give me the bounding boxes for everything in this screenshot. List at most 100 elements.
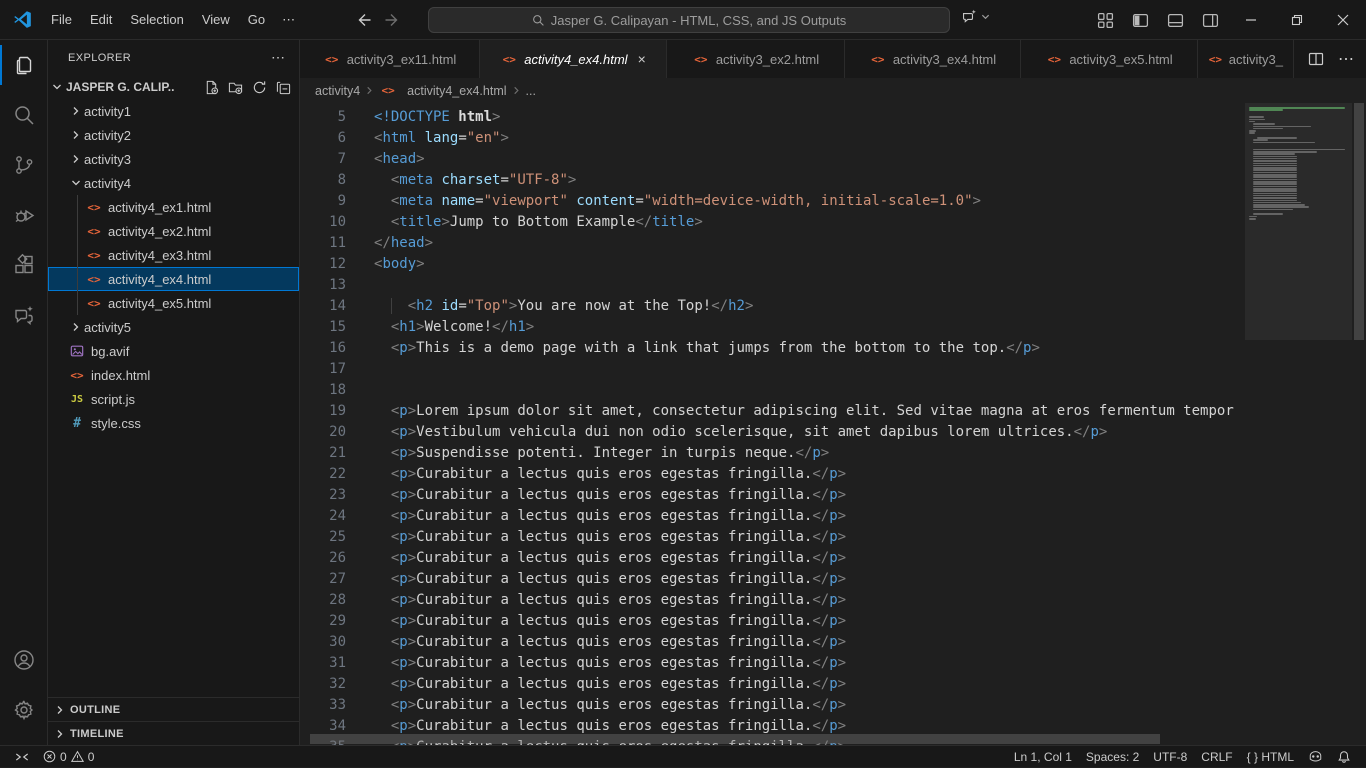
remote-indicator[interactable] — [8, 746, 36, 768]
command-center-search[interactable]: Jasper G. Calipayan - HTML, CSS, and JS … — [428, 7, 950, 33]
code-line-12[interactable]: 12<body> — [300, 254, 1245, 275]
new-folder-icon[interactable] — [228, 80, 243, 95]
notifications-bell-icon[interactable] — [1330, 746, 1358, 768]
copilot-button[interactable] — [961, 8, 990, 25]
code-line-19[interactable]: 19 <p>Lorem ipsum dolor sit amet, consec… — [300, 401, 1245, 422]
tab-activity3_ex4-html[interactable]: <>activity3_ex4.html — [845, 40, 1021, 78]
nav-back-icon[interactable] — [355, 12, 371, 28]
settings-gear-icon[interactable] — [0, 685, 48, 735]
nav-forward-icon[interactable] — [385, 12, 401, 28]
outline-section[interactable]: OUTLINE — [48, 697, 299, 721]
code-line-27[interactable]: 27 <p>Curabitur a lectus quis eros egest… — [300, 569, 1245, 590]
status-cursor-position[interactable]: Ln 1, Col 1 — [1007, 746, 1079, 768]
tab-activity3_ex11-html[interactable]: <>activity3_ex11.html — [300, 40, 480, 78]
customize-layout-icon[interactable] — [1088, 12, 1123, 29]
file-activity4_ex5-html[interactable]: <>activity4_ex5.html — [48, 291, 299, 315]
code-line-21[interactable]: 21 <p>Suspendisse potenti. Integer in tu… — [300, 443, 1245, 464]
code-line-22[interactable]: 22 <p>Curabitur a lectus quis eros egest… — [300, 464, 1245, 485]
toggle-secondary-sidebar-icon[interactable] — [1193, 12, 1228, 29]
close-window-button[interactable] — [1320, 0, 1366, 40]
file-activity4_ex4-html[interactable]: <>activity4_ex4.html — [48, 267, 299, 291]
explorer-view-icon[interactable] — [0, 40, 48, 90]
code-line-13[interactable]: 13 — [300, 275, 1245, 296]
code-line-30[interactable]: 30 <p>Curabitur a lectus quis eros egest… — [300, 632, 1245, 653]
menu-overflow-icon[interactable]: ⋯ — [274, 12, 303, 28]
file-bg-avif[interactable]: bg.avif — [48, 339, 299, 363]
menu-edit[interactable]: Edit — [81, 8, 121, 31]
tab-activity3_ex2-html[interactable]: <>activity3_ex2.html — [667, 40, 845, 78]
status-indentation[interactable]: Spaces: 2 — [1079, 746, 1146, 768]
problems-indicator[interactable]: 0 0 — [36, 746, 101, 768]
code-line-25[interactable]: 25 <p>Curabitur a lectus quis eros egest… — [300, 527, 1245, 548]
restore-button[interactable] — [1274, 0, 1320, 40]
code-line-23[interactable]: 23 <p>Curabitur a lectus quis eros egest… — [300, 485, 1245, 506]
explorer-more-icon[interactable]: ⋯ — [271, 49, 285, 66]
minimap[interactable] — [1245, 103, 1352, 745]
menu-view[interactable]: View — [193, 8, 239, 31]
refresh-icon[interactable] — [252, 80, 267, 95]
menu-go[interactable]: Go — [239, 8, 274, 31]
breadcrumb-file[interactable]: activity4_ex4.html — [407, 84, 506, 98]
file-style-css[interactable]: #style.css — [48, 411, 299, 435]
code-editor[interactable]: 5<!DOCTYPE html>6<html lang="en">7<head>… — [300, 103, 1366, 745]
code-line-18[interactable]: 18 — [300, 380, 1245, 401]
code-line-10[interactable]: 10 <title>Jump to Bottom Example</title> — [300, 212, 1245, 233]
menu-selection[interactable]: Selection — [121, 8, 192, 31]
code-line-33[interactable]: 33 <p>Curabitur a lectus quis eros egest… — [300, 695, 1245, 716]
run-debug-view-icon[interactable] — [0, 190, 48, 240]
code-line-20[interactable]: 20 <p>Vestibulum vehicula dui non odio s… — [300, 422, 1245, 443]
collapse-all-icon[interactable] — [276, 80, 291, 95]
folder-activity2[interactable]: activity2 — [48, 123, 299, 147]
breadcrumb-folder[interactable]: activity4 — [315, 84, 360, 98]
status-copilot-icon[interactable] — [1301, 746, 1330, 768]
account-icon[interactable] — [0, 635, 48, 685]
status-encoding[interactable]: UTF-8 — [1146, 746, 1194, 768]
file-activity4_ex2-html[interactable]: <>activity4_ex2.html — [48, 219, 299, 243]
vertical-scrollbar-thumb[interactable] — [1354, 103, 1364, 340]
new-file-icon[interactable] — [204, 80, 219, 95]
folder-activity3[interactable]: activity3 — [48, 147, 299, 171]
status-language-mode[interactable]: { } HTML — [1240, 746, 1301, 768]
code-line-29[interactable]: 29 <p>Curabitur a lectus quis eros egest… — [300, 611, 1245, 632]
extensions-view-icon[interactable] — [0, 240, 48, 290]
search-view-icon[interactable] — [0, 90, 48, 140]
breadcrumb-more[interactable]: ... — [526, 84, 536, 98]
horizontal-scrollbar[interactable] — [300, 733, 1245, 745]
toggle-primary-sidebar-icon[interactable] — [1123, 12, 1158, 29]
tab-activity4_ex4-html[interactable]: <>activity4_ex4.html× — [480, 40, 667, 78]
code-line-8[interactable]: 8 <meta charset="UTF-8"> — [300, 170, 1245, 191]
folder-activity1[interactable]: activity1 — [48, 99, 299, 123]
code-line-15[interactable]: 15 <h1>Welcome!</h1> — [300, 317, 1245, 338]
breadcrumb[interactable]: activity4 <> activity4_ex4.html ... — [300, 78, 1366, 103]
tab-activity3_ex5-html[interactable]: <>activity3_ex5.html — [1021, 40, 1198, 78]
code-line-14[interactable]: 14 <h2 id="Top">You are now at the Top!<… — [300, 296, 1245, 317]
split-editor-icon[interactable] — [1308, 51, 1324, 67]
code-line-31[interactable]: 31 <p>Curabitur a lectus quis eros egest… — [300, 653, 1245, 674]
toggle-panel-icon[interactable] — [1158, 12, 1193, 29]
chat-view-icon[interactable] — [0, 290, 48, 340]
code-line-26[interactable]: 26 <p>Curabitur a lectus quis eros egest… — [300, 548, 1245, 569]
file-index-html[interactable]: <>index.html — [48, 363, 299, 387]
code-line-11[interactable]: 11</head> — [300, 233, 1245, 254]
menu-file[interactable]: File — [42, 8, 81, 31]
code-line-17[interactable]: 17 — [300, 359, 1245, 380]
editor-more-actions-icon[interactable]: ⋯ — [1338, 49, 1354, 69]
code-line-32[interactable]: 32 <p>Curabitur a lectus quis eros egest… — [300, 674, 1245, 695]
code-line-5[interactable]: 5<!DOCTYPE html> — [300, 107, 1245, 128]
file-activity4_ex1-html[interactable]: <>activity4_ex1.html — [48, 195, 299, 219]
source-control-view-icon[interactable] — [0, 140, 48, 190]
project-section-header[interactable]: JASPER G. CALIP... — [48, 75, 299, 99]
code-line-6[interactable]: 6<html lang="en"> — [300, 128, 1245, 149]
file-script-js[interactable]: JSscript.js — [48, 387, 299, 411]
minimize-button[interactable] — [1228, 0, 1274, 40]
close-tab-icon[interactable]: × — [638, 52, 646, 66]
status-eol[interactable]: CRLF — [1194, 746, 1239, 768]
code-line-28[interactable]: 28 <p>Curabitur a lectus quis eros egest… — [300, 590, 1245, 611]
vertical-scrollbar[interactable] — [1352, 103, 1366, 745]
folder-activity5[interactable]: activity5 — [48, 315, 299, 339]
code-line-7[interactable]: 7<head> — [300, 149, 1245, 170]
code-line-9[interactable]: 9 <meta name="viewport" content="width=d… — [300, 191, 1245, 212]
code-line-16[interactable]: 16 <p>This is a demo page with a link th… — [300, 338, 1245, 359]
code-line-24[interactable]: 24 <p>Curabitur a lectus quis eros egest… — [300, 506, 1245, 527]
folder-activity4[interactable]: activity4 — [48, 171, 299, 195]
